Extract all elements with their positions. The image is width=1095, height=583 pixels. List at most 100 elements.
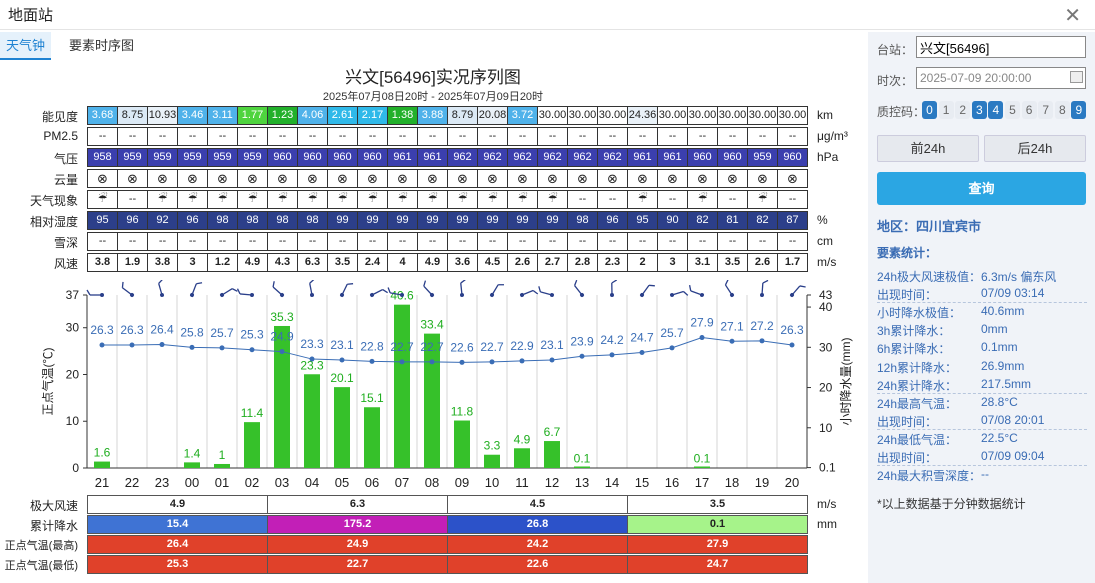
- title-bar: 地面站 ✕: [0, 0, 1095, 30]
- qc-code-toggle[interactable]: 3: [971, 101, 987, 119]
- row-unit: km: [817, 108, 833, 122]
- right-tick-label: 40: [819, 300, 833, 314]
- grid-cell: ⊗: [297, 169, 328, 188]
- x-tick-label: 09: [455, 475, 469, 490]
- rain-bar: [274, 325, 290, 468]
- grid-cell: --: [447, 127, 478, 146]
- rain-bar-label: 15.1: [360, 391, 384, 405]
- temperature-point: [639, 350, 645, 356]
- row-label: 能见度: [41, 110, 78, 124]
- query-button[interactable]: 查询: [877, 172, 1086, 205]
- grid-cell: 961: [657, 148, 688, 167]
- close-icon[interactable]: ✕: [1064, 3, 1081, 28]
- temperature-point: [309, 356, 315, 362]
- wind-barb-icon: [86, 289, 104, 297]
- grid-cell: 3: [657, 253, 688, 272]
- grid-cell: ⊗: [507, 169, 538, 188]
- stat-key: 24h最低气温：: [877, 432, 958, 447]
- grid-cell: ☔: [447, 190, 478, 209]
- grid-cell: --: [537, 127, 568, 146]
- precip-temp-chart: 37302010043403020100.1正点气温(℃) 小时降水量(mm)1.…: [40, 280, 853, 490]
- grid-cell: --: [777, 190, 808, 209]
- time-input[interactable]: [916, 67, 1086, 89]
- temperature-point: [669, 345, 675, 351]
- stat-row: 24h最高气温： 28.8°C: [877, 395, 1087, 411]
- row-label: PM2.5: [43, 129, 78, 143]
- grid-cell: 92: [147, 211, 178, 230]
- grid-cell: --: [417, 232, 448, 251]
- rain-bar-label: 11.8: [451, 405, 474, 419]
- grid-cell: 960: [777, 148, 808, 167]
- stat-row: 出现时间： 07/08 20:01: [877, 413, 1087, 429]
- grid-cell: 30.00: [597, 106, 628, 125]
- grid-cell: --: [717, 127, 748, 146]
- rain-bar-label: 11.4: [241, 406, 264, 420]
- stat-value: 0mm: [981, 322, 1008, 337]
- wind-barb-icon: [158, 280, 164, 297]
- temperature-point: [729, 338, 735, 344]
- grid-cell: --: [447, 232, 478, 251]
- summary-label: 累计降水: [29, 519, 78, 533]
- grid-cell: 95: [627, 211, 658, 230]
- rain-bar: [364, 407, 380, 468]
- qc-code-toggle[interactable]: 0: [922, 101, 937, 119]
- wind-barb-icon: [190, 282, 203, 297]
- stat-row: 12h累计降水： 26.9mm: [877, 359, 1087, 375]
- qc-code-toggle[interactable]: 1: [938, 101, 954, 119]
- temperature-point: [159, 342, 165, 348]
- rain-bar-label: 1.6: [94, 446, 111, 460]
- rain-bar: [694, 466, 710, 468]
- qc-code-toggle[interactable]: 6: [1021, 101, 1037, 119]
- qc-code-toggle[interactable]: 2: [955, 101, 971, 119]
- x-tick-label: 21: [95, 475, 109, 490]
- qc-code-toggle[interactable]: 5: [1005, 101, 1020, 119]
- x-tick-label: 07: [395, 475, 409, 490]
- qc-code-toggle[interactable]: 4: [988, 101, 1004, 119]
- grid-cell: 960: [327, 148, 358, 167]
- grid-cell: 90: [657, 211, 688, 230]
- grid-cell: 4.9: [237, 253, 268, 272]
- grid-cell: 99: [327, 211, 358, 230]
- grid-cell: ☔: [417, 190, 448, 209]
- grid-cell: 3.8: [87, 253, 118, 272]
- grid-cell: 81: [717, 211, 748, 230]
- grid-cell: ⊗: [417, 169, 448, 188]
- grid-cell: --: [117, 232, 148, 251]
- stat-value: 0.1mm: [981, 340, 1018, 355]
- wind-barb-icon: [670, 290, 689, 297]
- row-unit: μg/m³: [817, 129, 848, 143]
- qc-code-toggle[interactable]: 7: [1038, 101, 1054, 119]
- stat-row: 24h极大风速极值： 6.3m/s 偏东风: [877, 268, 1087, 284]
- rain-bar: [484, 454, 500, 468]
- calendar-icon[interactable]: [1070, 71, 1083, 83]
- grid-cell: --: [117, 190, 148, 209]
- tab-element-timeseries[interactable]: 要素时序图: [63, 32, 140, 60]
- stat-value: 07/09 09:04: [981, 449, 1045, 463]
- grid-cell: 2.4: [357, 253, 388, 272]
- next-24h-button[interactable]: 后24h: [984, 135, 1086, 162]
- grid-cell: 99: [387, 211, 418, 230]
- qc-code-toggle[interactable]: 8: [1054, 101, 1070, 119]
- station-input[interactable]: [916, 36, 1086, 58]
- grid-cell: 1.23: [267, 106, 298, 125]
- grid-cell: 3.11: [207, 106, 238, 125]
- qc-code-toggle[interactable]: 9: [1071, 101, 1087, 119]
- grid-cell: 99: [507, 211, 538, 230]
- rain-bar: [244, 422, 260, 468]
- grid-cell: ⊗: [267, 169, 298, 188]
- chart-title: 兴文[56496]实况序列图: [345, 68, 521, 87]
- x-tick-label: 15: [635, 475, 649, 490]
- grid-cell: ⊗: [357, 169, 388, 188]
- row-unit: m/s: [817, 255, 837, 269]
- grid-cell: 30.00: [657, 106, 688, 125]
- grid-cell: --: [747, 127, 778, 146]
- x-tick-label: 01: [215, 475, 229, 490]
- temperature-label: 26.4: [150, 323, 174, 337]
- grid-cell: ⊗: [147, 169, 178, 188]
- prev-24h-button[interactable]: 前24h: [877, 135, 979, 162]
- rain-bar: [574, 466, 590, 468]
- stat-value: 07/09 03:14: [981, 286, 1045, 301]
- tab-weather-clock[interactable]: 天气钟: [0, 32, 52, 60]
- grid-cell: 3.5: [327, 253, 358, 272]
- summary-cell: 24.7: [627, 555, 808, 574]
